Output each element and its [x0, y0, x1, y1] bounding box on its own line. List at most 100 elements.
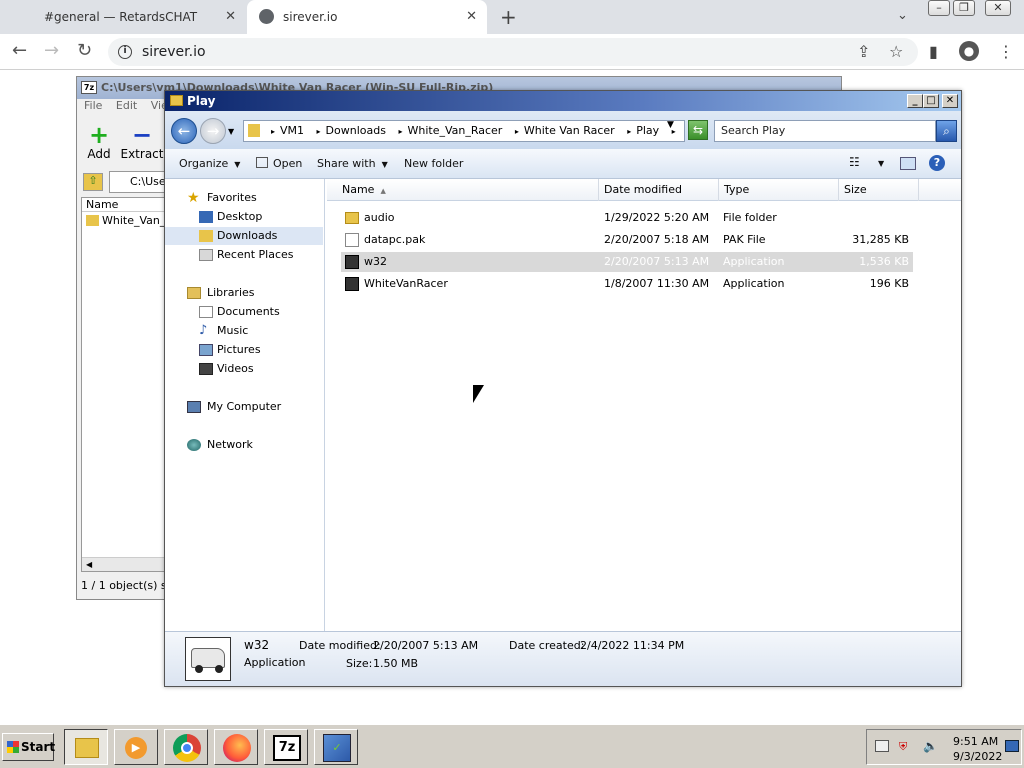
chevron-icon[interactable]: ▸ — [398, 127, 402, 136]
search-icon[interactable]: ⌕ — [936, 120, 957, 142]
nav-desktop[interactable]: Desktop — [165, 208, 323, 226]
bookmark-star-icon[interactable]: ☆ — [889, 42, 903, 61]
site-info-icon[interactable]: i — [118, 45, 132, 59]
open-button[interactable]: Open — [256, 157, 302, 170]
forward-arrow-icon[interactable]: → — [44, 40, 59, 61]
clock-time[interactable]: 9:51 AM — [953, 735, 998, 748]
minimize-button[interactable]: _ — [907, 94, 923, 108]
browser-tab-sirever[interactable]: sirever.io ✕ — [247, 0, 487, 34]
column-size[interactable]: Size — [839, 179, 919, 201]
forward-arrow-icon[interactable]: → — [200, 118, 226, 144]
views-icon[interactable]: ☷ — [849, 155, 860, 169]
close-window-button[interactable]: ✕ — [985, 0, 1011, 16]
nav-network[interactable]: Network — [165, 436, 323, 454]
nav-my-computer[interactable]: My Computer — [165, 398, 323, 416]
nav-favorites[interactable]: ★ Favorites — [165, 189, 323, 207]
extract-button[interactable]: − Extract — [114, 123, 170, 161]
browser-tab-retardschat[interactable]: #general — RetardsCHAT ✕ — [0, 0, 246, 34]
name-column-header[interactable]: Name — [82, 198, 164, 212]
7zip-file-list[interactable]: Name White_Van_R ◀ — [81, 197, 165, 572]
file-size: 31,285 KB — [852, 233, 909, 246]
preview-pane-icon[interactable] — [900, 157, 916, 170]
file-name: audio — [364, 211, 395, 224]
views-dropdown-icon[interactable]: ▼ — [878, 159, 884, 168]
back-arrow-icon[interactable]: ← — [12, 40, 27, 61]
7zip-path-field[interactable]: C:\Use — [109, 171, 169, 193]
clock-date[interactable]: 9/3/2022 — [953, 750, 1002, 763]
back-arrow-icon[interactable]: ← — [171, 118, 197, 144]
column-type[interactable]: Type — [719, 179, 839, 201]
explorer-address-area: ← → ▼ ▸ VM1 ▸ Downloads ▸ White_Van_Racer ▸… — [165, 111, 961, 149]
new-tab-button[interactable]: + — [500, 5, 517, 29]
7zip-taskbar-button[interactable]: 7z — [264, 729, 308, 765]
reload-icon[interactable]: ↻ — [77, 40, 92, 61]
explorer-taskbar-button[interactable] — [64, 729, 108, 765]
breadcrumb[interactable]: ▸ VM1 ▸ Downloads ▸ White_Van_Racer ▸ White … — [243, 120, 685, 142]
nav-downloads[interactable]: Downloads — [165, 227, 323, 245]
crumb-vm1[interactable]: VM1 — [280, 124, 304, 137]
extract-label: Extract — [120, 147, 164, 161]
maximize-button[interactable]: □ — [923, 94, 939, 108]
start-button[interactable]: Start — [2, 733, 55, 761]
add-label: Add — [87, 147, 111, 161]
address-dropdown-icon[interactable]: ▼ — [667, 120, 674, 130]
help-icon[interactable]: ? — [929, 155, 945, 171]
menu-edit[interactable]: Edit — [116, 99, 137, 112]
crumb-downloads[interactable]: Downloads — [326, 124, 386, 137]
nav-videos[interactable]: Videos — [165, 360, 323, 378]
checkmark-app-icon: ✓ — [323, 734, 351, 762]
nav-recent-places[interactable]: Recent Places — [165, 246, 323, 264]
show-desktop-icon[interactable] — [1005, 740, 1019, 752]
share-with-button[interactable]: Share with ▼ — [317, 157, 388, 170]
address-bar[interactable]: i sirever.io — [108, 38, 918, 66]
nav-music[interactable]: ♪ Music — [165, 322, 323, 340]
file-row-datapc[interactable]: datapc.pak 2/20/2007 5:18 AM PAK File 31… — [341, 230, 913, 250]
nav-libraries[interactable]: Libraries — [165, 284, 323, 302]
organize-button[interactable]: Organize ▼ — [179, 157, 240, 170]
nav-documents[interactable]: Documents — [165, 303, 323, 321]
side-panel-icon[interactable]: ▮ — [929, 42, 938, 61]
crumb-play[interactable]: Play — [636, 124, 659, 137]
chrome-taskbar-button[interactable] — [164, 729, 208, 765]
profile-avatar-icon[interactable]: ● — [959, 41, 979, 61]
column-date-modified[interactable]: Date modified — [599, 179, 719, 201]
tab-search-chevron-icon[interactable]: ⌄ — [897, 8, 908, 23]
menu-kebab-icon[interactable]: ⋮ — [998, 42, 1014, 61]
nav-label: Music — [217, 324, 249, 337]
list-item[interactable]: White_Van_R — [82, 212, 164, 230]
close-tab-icon[interactable]: ✕ — [466, 9, 477, 24]
minus-icon: − — [131, 121, 153, 149]
restore-window-button[interactable]: ❐ — [953, 0, 975, 16]
network-tray-icon[interactable] — [875, 740, 889, 752]
nav-label: My Computer — [207, 400, 282, 413]
security-alert-icon[interactable]: ⛨ — [899, 740, 907, 754]
nav-pictures[interactable]: Pictures — [165, 341, 323, 359]
new-folder-button[interactable]: New folder — [404, 157, 463, 170]
volume-icon[interactable]: 🔈 — [923, 739, 938, 753]
close-button[interactable]: ✕ — [942, 94, 958, 108]
app-taskbar-button[interactable]: ✓ — [314, 729, 358, 765]
horizontal-scrollbar[interactable]: ◀ — [82, 557, 164, 571]
column-name[interactable]: Name ▲ — [337, 179, 599, 201]
chevron-icon[interactable]: ▸ — [317, 127, 321, 136]
search-input[interactable]: Search Play — [714, 120, 936, 142]
explorer-window[interactable]: Play _ □ ✕ ← → ▼ ▸ VM1 ▸ Downloads ▸ White_… — [164, 90, 962, 687]
crumb-white-van-racer-folder[interactable]: White_Van_Racer — [407, 124, 502, 137]
chevron-icon[interactable]: ▸ — [515, 127, 519, 136]
chevron-icon[interactable]: ▸ — [627, 127, 631, 136]
history-dropdown-icon[interactable]: ▼ — [228, 127, 234, 136]
crumb-white-van-racer[interactable]: White Van Racer — [524, 124, 615, 137]
menu-file[interactable]: File — [84, 99, 102, 112]
file-row-audio[interactable]: audio 1/29/2022 5:20 AM File folder — [341, 208, 913, 228]
file-row-w32[interactable]: w32 2/20/2007 5:13 AM Application 1,536 … — [341, 252, 913, 272]
file-row-whitevanracer[interactable]: WhiteVanRacer 1/8/2007 11:30 AM Applicat… — [341, 274, 913, 294]
chevron-icon[interactable]: ▸ — [271, 127, 275, 136]
refresh-icon[interactable]: ⇆ — [688, 120, 708, 140]
minimize-window-button[interactable]: – — [928, 0, 950, 16]
share-icon[interactable]: ⇪ — [857, 42, 870, 61]
nav-label: Pictures — [217, 343, 261, 356]
close-tab-icon[interactable]: ✕ — [225, 9, 236, 24]
media-player-taskbar-button[interactable]: ▶ — [114, 729, 158, 765]
up-folder-icon[interactable]: ⇧ — [83, 173, 103, 191]
firefox-taskbar-button[interactable] — [214, 729, 258, 765]
